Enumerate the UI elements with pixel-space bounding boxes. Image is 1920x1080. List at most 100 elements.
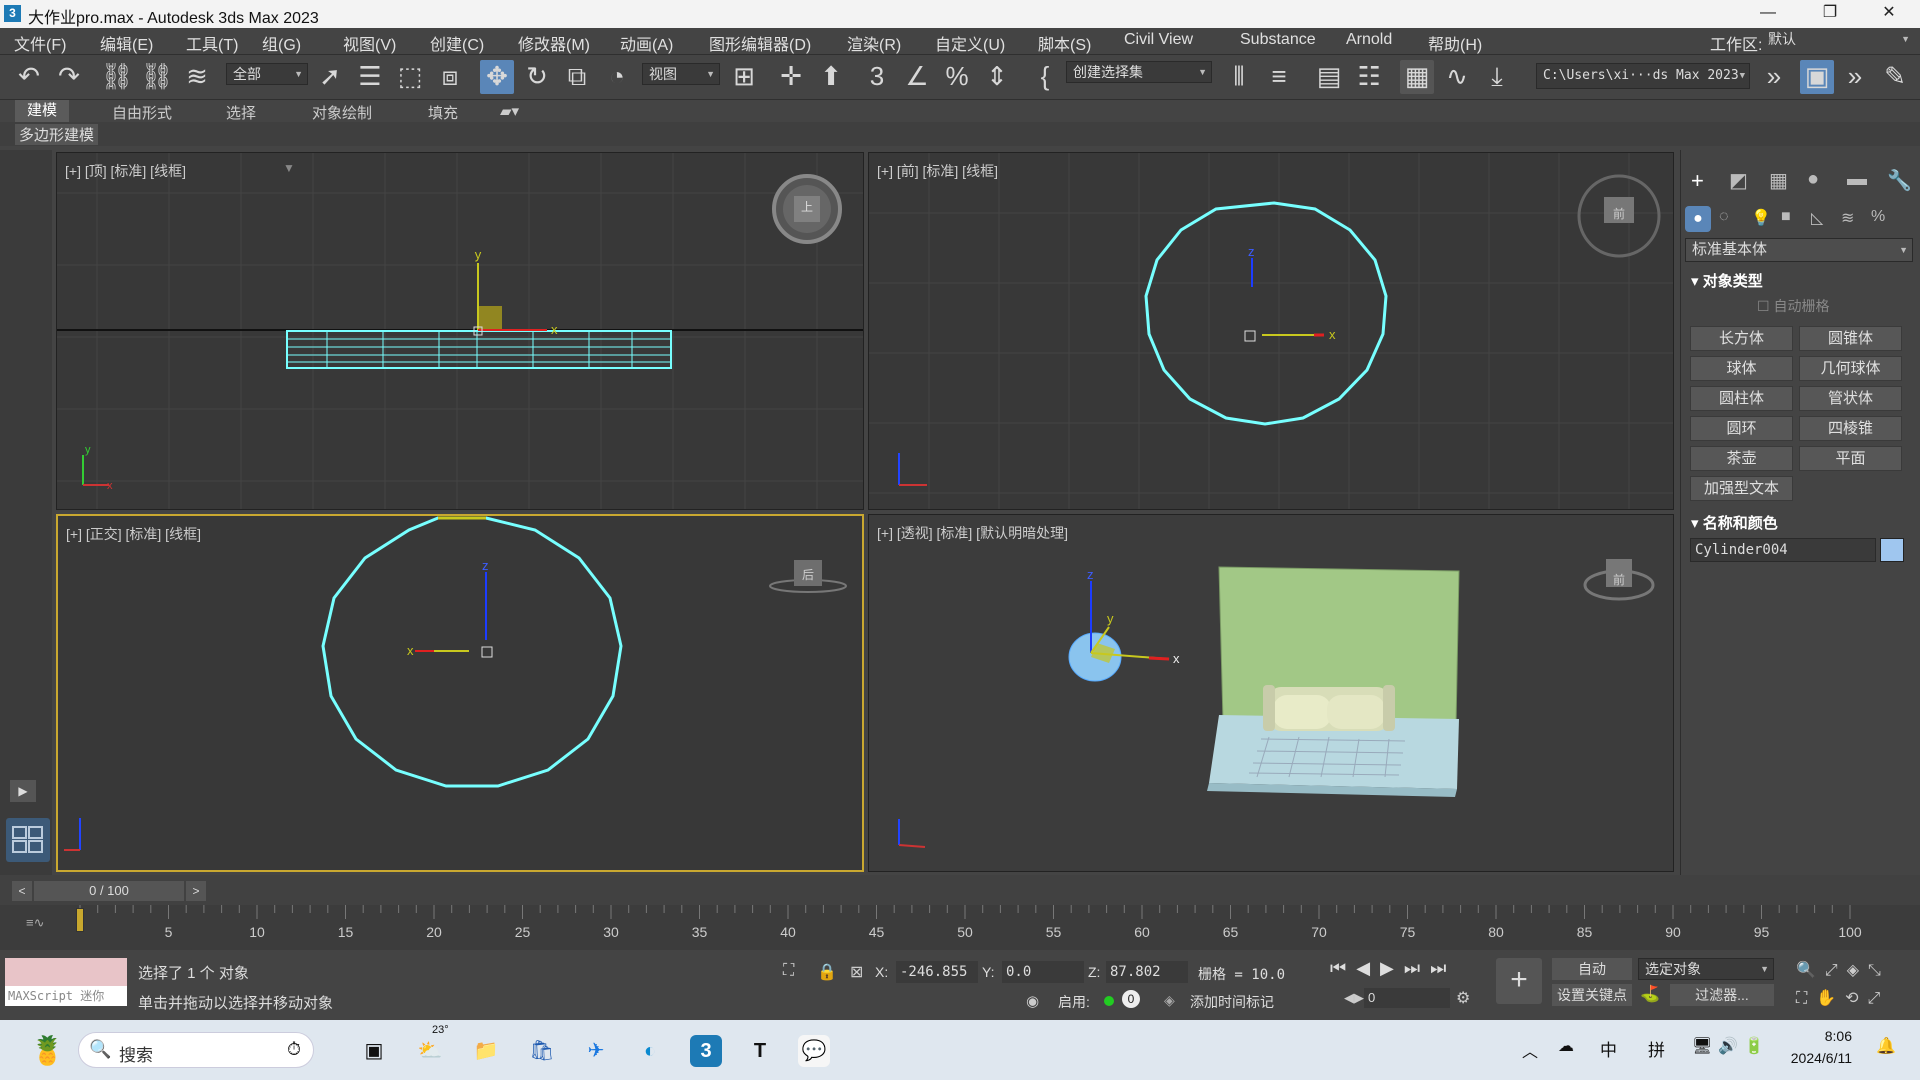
snaps-toggle-icon[interactable]: 3 <box>860 60 894 94</box>
motion-tab-icon[interactable]: ● <box>1807 168 1819 191</box>
menu-customize[interactable]: 自定义(U) <box>935 31 1005 55</box>
name-color-header[interactable]: ▾ 名称和颜色 <box>1691 512 1778 533</box>
set-key-button[interactable]: 设置关键点 <box>1552 984 1632 1006</box>
y-coord-input[interactable]: 0.0 <box>1002 961 1084 983</box>
close-button[interactable]: ✕ <box>1866 0 1912 28</box>
tube-button[interactable]: 管状体 <box>1799 386 1902 411</box>
onedrive-icon[interactable]: ☁ <box>1558 1036 1574 1056</box>
menu-rendering[interactable]: 渲染(R) <box>847 31 901 55</box>
geometry-icon[interactable]: ● <box>1685 206 1711 232</box>
current-frame-input[interactable]: 0 <box>1364 988 1450 1008</box>
mail-icon[interactable]: ✈ <box>580 1035 612 1067</box>
box-button[interactable]: 长方体 <box>1690 326 1793 351</box>
time-cursor[interactable] <box>76 908 84 932</box>
utilities-tab-icon[interactable]: 🔧 <box>1887 168 1912 193</box>
abs-mode-icon[interactable]: ⊠ <box>850 962 863 982</box>
category-select[interactable]: 标准基本体 <box>1685 238 1913 262</box>
object-color-swatch[interactable] <box>1880 538 1904 562</box>
display-tab-icon[interactable]: ▬ <box>1847 168 1867 191</box>
viewport-front-label[interactable]: [+] [前] [标准] [线框] <box>877 161 998 181</box>
ribbon-tab-freeform[interactable]: 自由形式 <box>112 102 172 123</box>
cylinder-button[interactable]: 圆柱体 <box>1690 386 1793 411</box>
maxscript-input[interactable]: MAXScript 迷你 <box>5 986 127 1006</box>
select-place-icon[interactable]: ◔ <box>600 60 634 94</box>
enable-indicator[interactable] <box>1104 996 1114 1006</box>
auto-key-button[interactable]: 自动 <box>1552 958 1632 980</box>
key-filter-select[interactable]: 选定对象 <box>1638 958 1774 980</box>
align-icon[interactable]: ≡ <box>1262 60 1296 94</box>
render-setup-icon[interactable]: ▣ <box>1800 60 1834 94</box>
polygon-modeling-label[interactable]: 多边形建模 <box>15 124 99 145</box>
prev-frame-icon[interactable]: < <box>12 881 32 901</box>
ime-pinyin[interactable]: 拼 <box>1648 1036 1665 1061</box>
object-type-header[interactable]: ▾ 对象类型 <box>1691 270 1763 291</box>
filter-icon[interactable]: ▼ <box>283 161 295 175</box>
viewport-front[interactable]: x z [+] [前] [标准] [线框] 前 <box>868 152 1674 510</box>
rect-selection-icon[interactable]: ⬚ <box>393 60 427 94</box>
frame-arrows-icon[interactable]: ◀▶ <box>1344 990 1364 1006</box>
viewcube-ortho-label[interactable]: 后 <box>802 566 814 583</box>
layer-explorer-icon[interactable]: ▤ <box>1312 60 1346 94</box>
layers-icon[interactable]: ☷ <box>1352 60 1386 94</box>
textplus-button[interactable]: 加强型文本 <box>1690 476 1793 501</box>
undo-icon[interactable]: ↶ <box>12 60 46 94</box>
filters-button[interactable]: 过滤器... <box>1670 984 1774 1006</box>
add-time-tag[interactable]: 添加时间标记 <box>1190 992 1274 1012</box>
spinner-snap-icon[interactable]: ⇕ <box>980 60 1014 94</box>
menu-graph-editors[interactable]: 图形编辑器(D) <box>709 31 811 55</box>
select-rotate-icon[interactable]: ↻ <box>520 60 554 94</box>
ribbon-tab-selection[interactable]: 选择 <box>226 102 256 123</box>
start-icon[interactable]: 🍍 <box>30 1035 65 1067</box>
menu-civil-view[interactable]: Civil View <box>1124 31 1193 49</box>
ribbon-tab-modeling[interactable]: 建模 <box>15 100 70 122</box>
viewport-perspective[interactable]: x y z [+] [透视] [标准] [默认明暗处理] 前 <box>868 514 1674 872</box>
selection-filter-select[interactable]: 全部 <box>226 63 308 85</box>
viewport-layout-icon[interactable] <box>6 818 50 862</box>
notification-icon[interactable]: 🔔 <box>1876 1036 1896 1056</box>
tray-chevron-icon[interactable]: ︿ <box>1522 1038 1538 1062</box>
percent-snap-icon[interactable]: % <box>940 60 974 94</box>
menu-edit[interactable]: 编辑(E) <box>100 31 153 55</box>
menu-create[interactable]: 创建(C) <box>430 31 484 55</box>
viewport-ortho-label[interactable]: [+] [正交] [标准] [线框] <box>66 524 201 544</box>
keyboard-shortcut-icon[interactable]: ⬆ <box>814 60 848 94</box>
key-mode-icon[interactable]: ⛳ <box>1640 984 1660 1004</box>
geosphere-button[interactable]: 几何球体 <box>1799 356 1902 381</box>
minimize-button[interactable]: — <box>1745 0 1791 28</box>
object-name-input[interactable]: Cylinder004 <box>1690 538 1876 562</box>
hierarchy-tab-icon[interactable]: ▦ <box>1769 168 1788 193</box>
time-slider[interactable]: 0 / 100 <box>34 881 184 901</box>
maxscript-listener[interactable] <box>5 958 127 986</box>
menu-scripting[interactable]: 脚本(S) <box>1038 31 1091 55</box>
schematic-view-icon[interactable]: ⤓ <box>1480 60 1514 94</box>
modify-tab-icon[interactable]: ◩ <box>1729 168 1748 193</box>
helpers-icon[interactable]: ◺ <box>1811 208 1823 228</box>
create-tab-icon[interactable]: + <box>1691 168 1704 194</box>
bind-spacewarp-icon[interactable]: ≋ <box>180 60 214 94</box>
more-icon[interactable]: » <box>1757 60 1791 94</box>
x-coord-input[interactable]: -246.855 <box>896 961 978 983</box>
playback-controls[interactable]: ⏮◀▶⏭⏭ <box>1330 958 1456 979</box>
viewcube-perspective-label[interactable]: 前 <box>1613 571 1625 588</box>
select-object-icon[interactable]: ➚ <box>313 60 347 94</box>
viewport-ortho[interactable]: z x [+] [正交] [标准] [线框] 后 <box>56 514 864 872</box>
menu-view[interactable]: 视图(V) <box>343 31 396 55</box>
viewport-top-label[interactable]: [+] [顶] [标准] [线框] <box>65 161 186 181</box>
edge-icon[interactable]: ◐ <box>634 1035 666 1067</box>
pyramid-button[interactable]: 四棱锥 <box>1799 416 1902 441</box>
shapes-icon[interactable]: ◌ <box>1719 208 1729 226</box>
ribbon-options-icon[interactable]: ▰▾ <box>500 102 519 120</box>
ribbon-tab-populate[interactable]: 填充 <box>428 102 458 123</box>
menu-tools[interactable]: 工具(T) <box>186 31 238 55</box>
plane-button[interactable]: 平面 <box>1799 446 1902 471</box>
torus-button[interactable]: 圆环 <box>1690 416 1793 441</box>
unlink-icon[interactable]: ⛓ <box>140 60 174 94</box>
menu-animation[interactable]: 动画(A) <box>620 31 673 55</box>
viewport-perspective-label[interactable]: [+] [透视] [标准] [默认明暗处理] <box>877 523 1068 543</box>
zero-icon[interactable]: 0 <box>1122 990 1140 1008</box>
menu-file[interactable]: 文件(F) <box>14 31 66 55</box>
window-crossing-icon[interactable]: ⧈ <box>433 60 467 94</box>
sphere-button[interactable]: 球体 <box>1690 356 1793 381</box>
clock-time[interactable]: 8:06 <box>1782 1028 1852 1044</box>
named-selection-icon[interactable]: { <box>1028 60 1062 94</box>
